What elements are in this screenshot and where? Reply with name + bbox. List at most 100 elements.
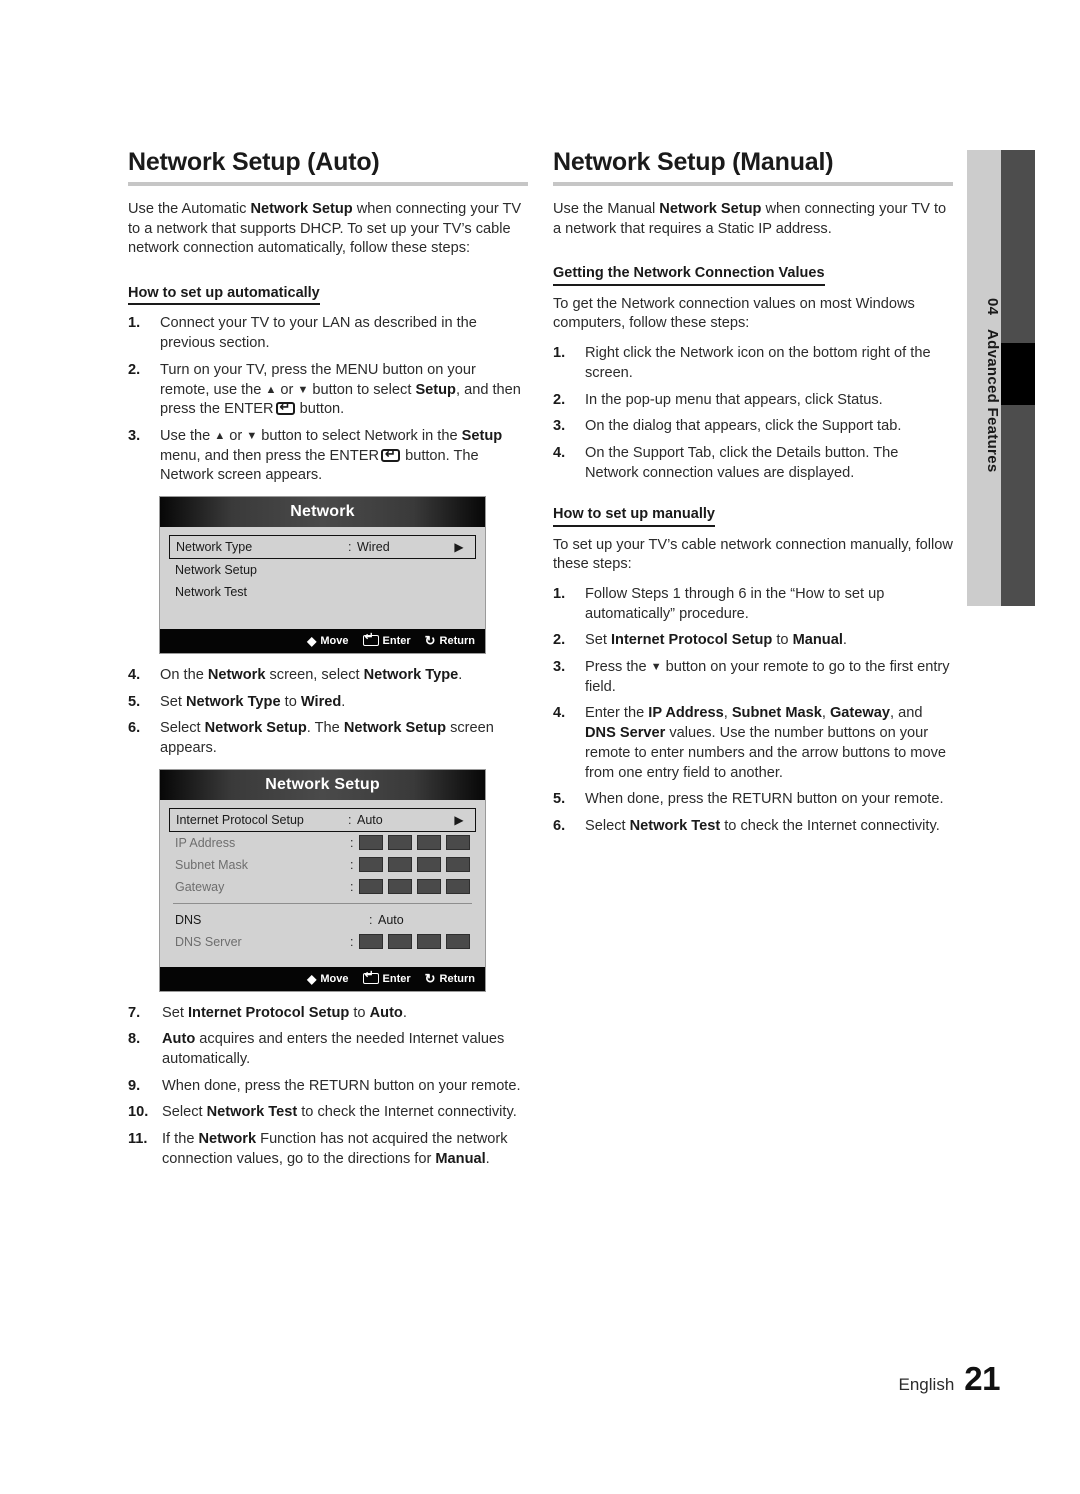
list-item-text: Select Network Test to check the Interne… — [585, 817, 940, 834]
caret-right-icon[interactable]: ▶ — [449, 813, 469, 827]
osd-label-subnet-mask: Subnet Mask — [175, 857, 248, 872]
osd-footer-return: ↻ Return — [425, 972, 475, 985]
osd-row-subnet-mask[interactable]: Subnet Mask : — [169, 854, 476, 876]
steps-list-4-6: 4. On the Network screen, select Network … — [128, 666, 528, 759]
osd-label-network-setup: Network Setup — [175, 562, 257, 577]
list-item: 6. Select Network Test to check the Inter… — [553, 817, 953, 837]
osd-row-dns-server[interactable]: DNS Server : — [169, 931, 476, 953]
list-item: 1. Right click the Network icon on the bo… — [553, 344, 953, 383]
list-item: 8. Auto acquires and enters the needed In… — [128, 1030, 528, 1069]
list-item-number: 6. — [128, 720, 141, 737]
list-item-number: 1. — [553, 345, 566, 362]
list-item-number: 3. — [553, 659, 566, 676]
title-rule — [128, 182, 528, 186]
list-item-text: On the dialog that appears, click the Su… — [585, 418, 902, 435]
masked-octet — [359, 934, 383, 950]
list-item-number: 6. — [553, 817, 566, 834]
masked-octet — [388, 857, 412, 873]
osd-row-dns[interactable]: DNS : Auto — [169, 909, 476, 931]
osd-footer-return: ↻ Return — [425, 634, 475, 647]
osd-footer-move: ◆ Move — [307, 635, 348, 647]
osd-row-network-test[interactable]: Network Test — [169, 581, 476, 603]
list-item-number: 2. — [553, 391, 566, 408]
osd-network-footer: ◆ Move Enter ↻ Return — [160, 628, 485, 653]
osd-network-setup-body: Internet Protocol Setup : Auto ▶ IP Addr… — [160, 799, 485, 967]
osd-footer-move-label: Move — [320, 972, 349, 985]
list-item: 2. In the pop-up menu that appears, click… — [553, 391, 953, 411]
list-item-number: 7. — [128, 1004, 141, 1021]
footer-page-number: 21 — [964, 1360, 1000, 1397]
osd-row-network-type[interactable]: Network Type : Wired ▶ — [169, 534, 476, 559]
list-item-text: Right click the Network icon on the bott… — [585, 345, 931, 381]
manual-page: Network Setup (Auto) Use the Automatic N… — [0, 0, 1080, 1494]
intro-paragraph-auto: Use the Automatic Network Setup when con… — [128, 201, 522, 257]
osd-label-network-test: Network Test — [175, 584, 248, 599]
osd-footer-enter-label: Enter — [382, 972, 411, 985]
list-item: 10. Select Network Test to check the Inte… — [128, 1103, 528, 1123]
list-item-text: Auto acquires and enters the needed Inte… — [162, 1031, 505, 1068]
osd-footer-return-label: Return — [439, 634, 475, 647]
list-item: 5. Set Network Type to Wired. — [128, 693, 528, 713]
list-item-number: 3. — [553, 418, 566, 435]
list-item: 9. When done, press the RETURN button on … — [128, 1077, 528, 1097]
osd-row-internet-protocol-setup[interactable]: Internet Protocol Setup : Auto ▶ — [169, 807, 476, 832]
osd-network-setup-title: Network Setup — [160, 769, 485, 800]
list-item-number: 9. — [128, 1077, 141, 1094]
steps-list-manual: 1. Follow Steps 1 through 6 in the “How t… — [553, 585, 953, 837]
list-item-text: Connect your TV to your LAN as described… — [160, 315, 477, 352]
list-item-text: Turn on your TV, press the MENU button o… — [160, 362, 521, 417]
osd-network-setup-screenshot: Network Setup Internet Protocol Setup : … — [159, 768, 486, 992]
up-down-arrow-icon: ◆ — [307, 971, 317, 986]
list-item: 2. Set Internet Protocol Setup to Manual. — [553, 631, 953, 651]
return-arrow-icon: ↻ — [424, 971, 436, 987]
list-item-text: Set Network Type to Wired. — [160, 693, 346, 710]
side-tab-black-segment — [1001, 343, 1035, 405]
subheading-how-to-set-up-automatically: How to set up automatically — [128, 285, 320, 306]
up-down-arrow-icon: ◆ — [307, 633, 317, 648]
list-item-text: If the Network Function has not acquired… — [162, 1131, 508, 1167]
list-item-number: 4. — [553, 705, 566, 722]
masked-value-dns-server — [359, 934, 470, 950]
masked-value-gateway — [359, 879, 470, 895]
osd-colon-subnet-mask: : — [350, 857, 354, 872]
osd-row-network-setup[interactable]: Network Setup — [169, 559, 476, 581]
list-item-number: 2. — [128, 361, 141, 378]
list-item-text: When done, press the RETURN button on yo… — [585, 791, 944, 808]
osd-network-setup-footer: ◆ Move Enter ↻ Return — [160, 966, 485, 991]
osd-row-gateway[interactable]: Gateway : — [169, 876, 476, 898]
steps-list-1-3: 1. Connect your TV to your LAN as describ… — [128, 314, 528, 486]
osd-spacer-3 — [169, 953, 476, 965]
masked-octet — [359, 857, 383, 873]
osd-footer-enter: Enter — [362, 970, 411, 985]
list-item: 4. Enter the IP Address, Subnet Mask, Gat… — [553, 704, 953, 783]
masked-octet — [359, 835, 383, 851]
masked-octet — [446, 835, 470, 851]
masked-octet — [417, 857, 441, 873]
osd-footer-enter: Enter — [362, 632, 411, 647]
osd-value-internet-protocol-setup: Auto — [357, 812, 383, 827]
list-item-number: 4. — [128, 666, 141, 683]
subheading-getting-network-connection-values: Getting the Network Connection Values — [553, 265, 825, 286]
list-item: 11. If the Network Function has not acqui… — [128, 1130, 528, 1169]
masked-octet — [388, 934, 412, 950]
page-title-auto: Network Setup (Auto) — [128, 148, 380, 176]
masked-value-ip-address — [359, 835, 470, 851]
osd-label-dns: DNS — [175, 912, 202, 927]
subheading-auto-wrap: How to set up automatically — [128, 269, 528, 314]
osd-network-screenshot: Network Network Type : Wired ▶ Network S… — [159, 495, 486, 654]
list-item-text: Use the ▲ or ▼ button to select Network … — [160, 428, 502, 483]
list-item-text: Enter the IP Address, Subnet Mask, Gatew… — [585, 705, 946, 781]
osd-divider — [173, 902, 472, 904]
list-item-number: 5. — [128, 693, 141, 710]
osd-label-dns-server: DNS Server — [175, 934, 242, 949]
osd-value-dns: Auto — [378, 912, 404, 927]
osd-row-ip-address[interactable]: IP Address : — [169, 832, 476, 854]
osd-label-gateway: Gateway — [175, 879, 225, 894]
osd-footer-enter-label: Enter — [382, 634, 411, 647]
right-column: Network Setup (Manual) Use the Manual Ne… — [553, 148, 953, 844]
osd-colon-gateway: : — [350, 879, 354, 894]
list-item: 3. Use the ▲ or ▼ button to select Networ… — [128, 427, 528, 486]
caret-right-icon[interactable]: ▶ — [449, 540, 469, 554]
list-item-text: In the pop-up menu that appears, click S… — [585, 391, 883, 408]
masked-octet — [417, 934, 441, 950]
